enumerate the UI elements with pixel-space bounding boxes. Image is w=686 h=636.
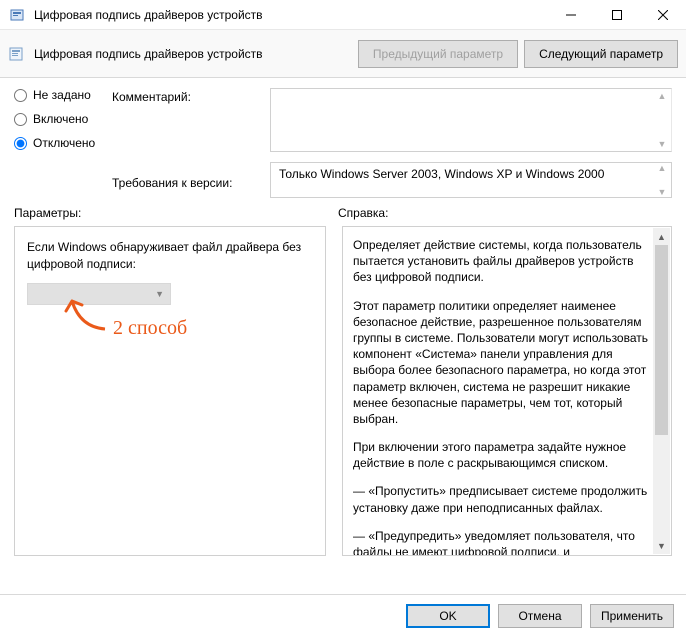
annotation-method2: 2 способ — [65, 297, 265, 357]
toolbar: Цифровая подпись драйверов устройств Пре… — [0, 30, 686, 78]
help-paragraph: — «Пропустить» предписывает системе прод… — [353, 483, 649, 515]
minimize-button[interactable] — [548, 0, 594, 30]
maximize-button[interactable] — [594, 0, 640, 30]
scroll-down-button[interactable]: ▼ — [653, 537, 670, 554]
radio-not-configured[interactable]: Не задано — [14, 88, 112, 102]
comment-label: Комментарий: — [112, 90, 270, 104]
help-paragraph: При включении этого параметра задайте ну… — [353, 439, 649, 471]
options-heading: Если Windows обнаруживает файл драйвера … — [27, 239, 313, 273]
scroll-up-button[interactable]: ▲ — [653, 228, 670, 245]
toolbar-title: Цифровая подпись драйверов устройств — [34, 47, 352, 61]
radio-enabled[interactable]: Включено — [14, 112, 112, 126]
action-dropdown[interactable]: ▼ — [27, 283, 171, 305]
radio-enabled-input[interactable] — [14, 113, 27, 126]
help-paragraph: Этот параметр политики определяет наимен… — [353, 298, 649, 428]
ok-button[interactable]: OK — [406, 604, 490, 628]
scroll-thumb[interactable] — [655, 245, 668, 435]
requirements-box: Только Windows Server 2003, Windows XP и… — [270, 162, 672, 198]
close-button[interactable] — [640, 0, 686, 30]
scroll-up-icon: ▲ — [655, 91, 669, 101]
chevron-down-icon: ▼ — [155, 289, 164, 299]
scroll-down-icon: ▼ — [655, 187, 669, 197]
cancel-button[interactable]: Отмена — [498, 604, 582, 628]
window-title: Цифровая подпись драйверов устройств — [34, 8, 548, 22]
help-panel: Определяет действие системы, когда польз… — [342, 226, 672, 556]
requirements-value: Только Windows Server 2003, Windows XP и… — [279, 167, 604, 181]
help-scrollbar[interactable]: ▲ ▼ — [653, 228, 670, 554]
radio-label: Отключено — [33, 136, 95, 150]
policy-icon — [8, 45, 26, 63]
scroll-track[interactable] — [653, 435, 670, 537]
help-paragraph: Определяет действие системы, когда польз… — [353, 237, 649, 286]
parameters-section-label: Параметры: — [14, 206, 338, 220]
radio-disabled[interactable]: Отключено — [14, 136, 112, 150]
radio-disabled-input[interactable] — [14, 137, 27, 150]
next-setting-button[interactable]: Следующий параметр — [524, 40, 678, 68]
scroll-up-icon: ▲ — [655, 163, 669, 173]
help-section-label: Справка: — [338, 206, 672, 220]
app-icon — [10, 7, 26, 23]
titlebar: Цифровая подпись драйверов устройств — [0, 0, 686, 30]
requirements-label: Требования к версии: — [112, 176, 270, 190]
radio-not-configured-input[interactable] — [14, 89, 27, 102]
radio-label: Не задано — [33, 88, 91, 102]
radio-label: Включено — [33, 112, 88, 126]
parameters-panel: Если Windows обнаруживает файл драйвера … — [14, 226, 326, 556]
comment-textarea[interactable]: ▲ ▼ — [270, 88, 672, 152]
scroll-down-icon: ▼ — [655, 139, 669, 149]
apply-button[interactable]: Применить — [590, 604, 674, 628]
help-text: Определяет действие системы, когда польз… — [353, 237, 649, 556]
previous-setting-button[interactable]: Предыдущий параметр — [358, 40, 518, 68]
annotation-text-2: 2 способ — [113, 317, 187, 340]
help-paragraph: — «Предупредить» уведомляет пользователя… — [353, 528, 649, 556]
footer: OK Отмена Применить — [0, 594, 686, 636]
